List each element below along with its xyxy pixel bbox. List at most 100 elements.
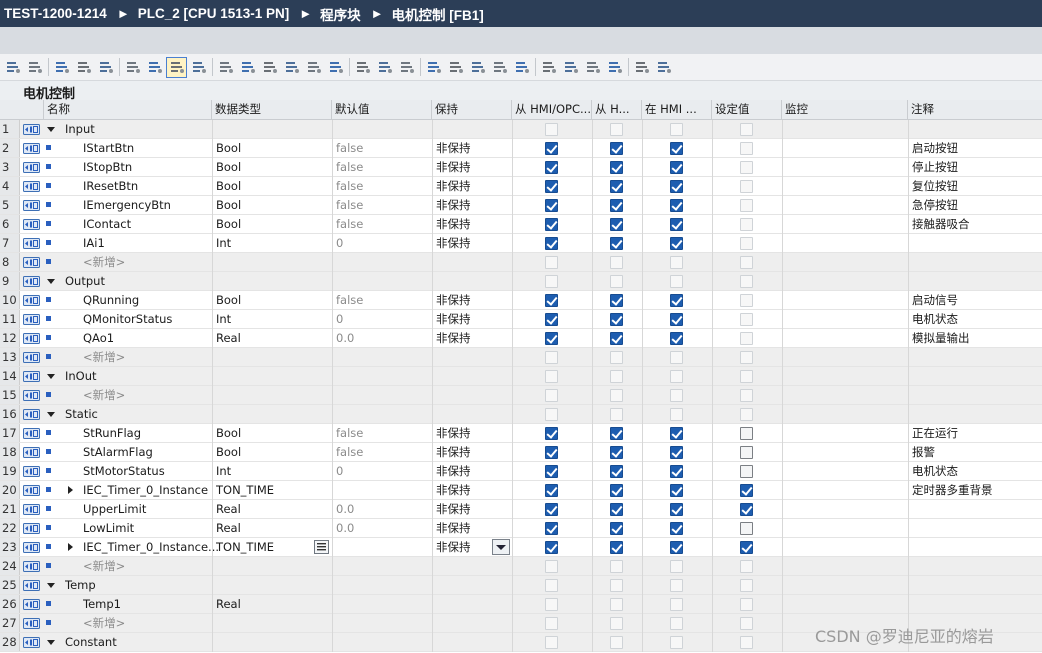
breadcrumb-project[interactable]: TEST-1200-1214 — [4, 6, 107, 21]
comment[interactable] — [912, 500, 1040, 518]
comment[interactable]: 电机状态 — [912, 462, 1040, 480]
collapse-arrow-icon[interactable] — [46, 580, 56, 590]
checkbox-hmi-opc[interactable] — [545, 237, 558, 250]
type-browse-button[interactable] — [314, 540, 329, 554]
column-header-comment[interactable]: 注释 — [908, 100, 1042, 119]
checkbox-from-h[interactable] — [610, 275, 623, 288]
retain-value[interactable]: 非保持 — [436, 177, 508, 195]
default-value[interactable] — [336, 120, 428, 138]
table-row[interactable]: 12 QAo1 Real 0.0 非保持 模拟量输出 — [0, 329, 1042, 348]
table-row[interactable]: 10 QRunning Bool false 非保持 启动信号 — [0, 291, 1042, 310]
comment[interactable] — [912, 519, 1040, 537]
retain-value[interactable] — [436, 557, 508, 575]
data-type[interactable] — [216, 272, 330, 290]
retain-value[interactable]: 非保持 — [436, 481, 508, 499]
go-icon[interactable] — [561, 58, 580, 77]
checkbox-from-h[interactable] — [610, 256, 623, 269]
breakpoint-icon[interactable] — [512, 58, 531, 77]
data-type[interactable]: Real — [216, 500, 330, 518]
row-number[interactable]: 25 — [0, 576, 20, 594]
table-row[interactable]: 15 <新增> — [0, 386, 1042, 405]
checkbox-from-h[interactable] — [610, 617, 623, 630]
default-value[interactable] — [336, 481, 428, 499]
section-name[interactable]: Output — [65, 272, 211, 290]
table-row[interactable]: 2 IStartBtn Bool false 非保持 启动按钮 — [0, 139, 1042, 158]
show-icon[interactable] — [446, 58, 465, 77]
checkbox-in-hmi[interactable] — [670, 503, 683, 516]
row-number[interactable]: 18 — [0, 443, 20, 461]
retain-value[interactable]: 非保持 — [436, 329, 508, 347]
comment[interactable]: 停止按钮 — [912, 158, 1040, 176]
default-value[interactable] — [336, 386, 428, 404]
checkbox-from-h[interactable] — [610, 370, 623, 383]
checkbox-hmi-opc[interactable] — [545, 123, 558, 136]
comment[interactable] — [912, 557, 1040, 575]
copy-snapshot-icon[interactable] — [216, 58, 235, 77]
variable-name[interactable]: <新增> — [83, 386, 229, 404]
checkbox-hmi-opc[interactable] — [545, 370, 558, 383]
default-value[interactable]: false — [336, 424, 428, 442]
export-icon[interactable] — [74, 58, 93, 77]
checkbox-from-h[interactable] — [610, 199, 623, 212]
retain-value[interactable] — [436, 405, 508, 423]
checkbox-hmi-opc[interactable] — [545, 465, 558, 478]
breadcrumb-block[interactable]: 电机控制 [FB1] — [392, 4, 484, 24]
checkbox-in-hmi[interactable] — [670, 123, 683, 136]
default-value[interactable]: 0 — [336, 234, 428, 252]
data-type[interactable] — [216, 576, 330, 594]
table-row[interactable]: 3 IStopBtn Bool false 非保持 停止按钮 — [0, 158, 1042, 177]
checkbox-in-hmi[interactable] — [670, 522, 683, 535]
retain-value[interactable]: 非保持 — [436, 196, 508, 214]
checkbox-in-hmi[interactable] — [670, 218, 683, 231]
checkbox-in-hmi[interactable] — [670, 408, 683, 421]
checkbox-setpoint[interactable] — [740, 275, 753, 288]
column-header-datatype[interactable]: 数据类型 — [212, 100, 332, 119]
checkbox-setpoint[interactable] — [740, 256, 753, 269]
reset-icon[interactable] — [326, 58, 345, 77]
variable-name[interactable]: Temp1 — [83, 595, 229, 613]
hide-icon[interactable] — [468, 58, 487, 77]
comment[interactable]: 启动按钮 — [912, 139, 1040, 157]
retain-value[interactable]: 非保持 — [436, 158, 508, 176]
row-number[interactable]: 4 — [0, 177, 20, 195]
row-number[interactable]: 21 — [0, 500, 20, 518]
checkbox-setpoint[interactable] — [740, 313, 753, 326]
init-start-values-icon[interactable] — [304, 58, 323, 77]
comment[interactable]: 报警 — [912, 443, 1040, 461]
checkbox-from-h[interactable] — [610, 123, 623, 136]
default-value[interactable]: false — [336, 215, 428, 233]
data-type[interactable] — [216, 120, 330, 138]
checkbox-in-hmi[interactable] — [670, 427, 683, 440]
checkbox-in-hmi[interactable] — [670, 484, 683, 497]
data-type[interactable]: Bool — [216, 424, 330, 442]
checkbox-in-hmi[interactable] — [670, 617, 683, 630]
table-row[interactable]: 7 IAi1 Int 0 非保持 — [0, 234, 1042, 253]
default-value[interactable]: 0 — [336, 310, 428, 328]
variable-name[interactable]: QAo1 — [83, 329, 229, 347]
checkbox-setpoint[interactable] — [740, 123, 753, 136]
checkbox-setpoint[interactable] — [740, 332, 753, 345]
checkbox-from-h[interactable] — [610, 446, 623, 459]
row-number[interactable]: 15 — [0, 386, 20, 404]
data-type[interactable] — [216, 348, 330, 366]
expand-arrow-icon[interactable] — [65, 542, 75, 552]
checkbox-hmi-opc[interactable] — [545, 617, 558, 630]
row-number[interactable]: 23 — [0, 538, 20, 556]
table-row[interactable]: 16 Static — [0, 405, 1042, 424]
comment[interactable] — [912, 234, 1040, 252]
retain-value[interactable]: 非保持 — [436, 291, 508, 309]
retain-value[interactable]: 非保持 — [436, 234, 508, 252]
comment[interactable]: 正在运行 — [912, 424, 1040, 442]
data-type[interactable]: Real — [216, 595, 330, 613]
checkbox-from-h[interactable] — [610, 465, 623, 478]
collapse-icon[interactable] — [145, 58, 164, 77]
row-number[interactable]: 17 — [0, 424, 20, 442]
column-header-in-hmi[interactable]: 在 HMI ... — [642, 100, 712, 119]
checkbox-setpoint[interactable] — [740, 427, 753, 440]
variable-name[interactable]: IEC_Timer_0_Instance — [83, 481, 229, 499]
expand-icon[interactable] — [123, 58, 142, 77]
column-icon[interactable] — [424, 58, 443, 77]
variable-name[interactable]: StMotorStatus — [83, 462, 229, 480]
comment[interactable]: 模拟量输出 — [912, 329, 1040, 347]
row-number[interactable]: 7 — [0, 234, 20, 252]
